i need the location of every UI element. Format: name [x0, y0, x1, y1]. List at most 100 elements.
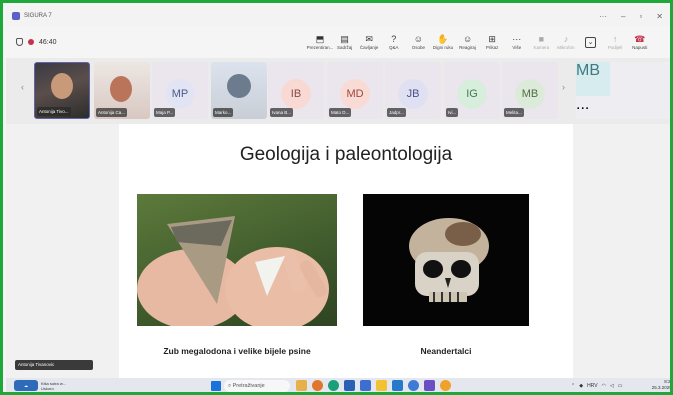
- toolbar-button-q-a[interactable]: ? Q&A: [382, 34, 406, 50]
- participant-name-label: Maja P...: [154, 108, 176, 117]
- participant-video: [110, 76, 132, 102]
- caption-neanderthal: Neandertalci: [420, 346, 472, 356]
- toolbar-button-label: Napusti: [632, 45, 648, 50]
- participant-tile[interactable]: IG Ivi...: [444, 62, 500, 119]
- more-icon: ···: [512, 34, 522, 44]
- taskbar-search[interactable]: ⌕ Pretraživanje: [224, 380, 290, 392]
- participant-name-label: Antonija Ca...: [96, 108, 128, 117]
- toolbar-button-options[interactable]: ⌄: [579, 36, 603, 48]
- toolbar-button-label: Prikaz: [485, 45, 499, 50]
- participant-video: [51, 73, 73, 99]
- toolbar-button-label: Sadržaj: [336, 45, 353, 50]
- right-pane: [573, 124, 670, 378]
- scroll-left-arrow-icon[interactable]: ‹: [21, 82, 24, 92]
- volume-icon[interactable]: ◁: [610, 380, 614, 392]
- toolbar-button-label: Čavljanje: [359, 45, 379, 50]
- toolbar-button-label: Podijeli: [607, 45, 623, 50]
- toolbar-button-label: Prezentiran...: [306, 45, 334, 50]
- toolbar-button-osobe[interactable]: ☺ Osobe: [406, 34, 430, 50]
- toolbar-button-podijeli[interactable]: ↑ Podijeli: [603, 34, 627, 50]
- toolbar-button-više[interactable]: ··· Više: [505, 34, 529, 50]
- megalodon-tooth-photo: [137, 194, 337, 326]
- maximize-icon[interactable]: ▫: [639, 12, 642, 21]
- avatar: IB: [281, 79, 311, 109]
- participant-name-label: Mato D...: [329, 108, 352, 117]
- participant-tile[interactable]: JB Jadpr...: [385, 62, 441, 119]
- avatar-initials: MB: [576, 62, 600, 79]
- store-icon[interactable]: [344, 380, 355, 391]
- weather-widget[interactable]: ☁ Kiša sutra w... Uskoro: [14, 380, 66, 391]
- toolbar-button-label: Mikrofon: [557, 45, 575, 50]
- content-icon: ▤: [340, 34, 349, 44]
- widgets-icon[interactable]: [296, 380, 307, 391]
- participant-tile[interactable]: Marko...: [211, 62, 267, 119]
- shared-slide: Geologija i paleontologija Zub megalodon…: [119, 124, 573, 378]
- share-icon: ↑: [612, 34, 618, 44]
- windows-taskbar: ☁ Kiša sutra w... Uskoro ⌕ Pretraživanje…: [6, 378, 673, 392]
- share-screen-icon: ⬒: [315, 34, 325, 44]
- scroll-right-arrow-icon[interactable]: ›: [562, 82, 565, 92]
- browser-icon[interactable]: [312, 380, 323, 391]
- clock[interactable]: 8:27 25.3.2025.: [646, 379, 673, 391]
- participant-name-label: Melita...: [504, 108, 524, 117]
- chat-icon: ✉: [365, 34, 373, 44]
- react-icon: ☺: [462, 34, 473, 44]
- toolbar-button-digni-ruku[interactable]: ✋ Digni ruku: [431, 34, 455, 50]
- toolbar-button-mikrofon[interactable]: ♪ Mikrofon: [554, 34, 578, 50]
- participant-tile[interactable]: MD Mato D...: [327, 62, 383, 119]
- participant-name-label: Antonija Tivo...: [37, 107, 71, 116]
- participant-tile[interactable]: MP Maja P...: [152, 62, 208, 119]
- toolbar-button-napusti[interactable]: ☎ Napusti: [628, 34, 652, 50]
- battery-icon[interactable]: ▭: [618, 380, 623, 392]
- toolbar-button-čavljanje[interactable]: ✉ Čavljanje: [357, 34, 381, 50]
- toolbar-button-sadržaj[interactable]: ▤ Sadržaj: [333, 34, 357, 50]
- avatar: MP: [165, 79, 195, 109]
- toolbar-button-prezentiran-[interactable]: ⬒ Prezentiran...: [306, 34, 334, 50]
- wifi-icon[interactable]: ◠: [602, 380, 606, 392]
- view-icon: ⊞: [488, 34, 496, 44]
- chrome-icon[interactable]: [440, 380, 451, 391]
- raise-hand-icon: ✋: [437, 34, 449, 44]
- windows-start-icon[interactable]: [211, 381, 221, 391]
- weather-icon: ☁: [14, 380, 38, 391]
- mail-icon[interactable]: [392, 380, 403, 391]
- teams-taskbar-icon[interactable]: [424, 380, 435, 391]
- clock-date: 25.3.2025.: [651, 385, 673, 390]
- participant-tile[interactable]: MB Melita...: [502, 62, 558, 119]
- toolbar-button-label: Digni ruku: [432, 45, 454, 50]
- meeting-toolbar: 46:40 ⬒ Prezentiran... ▤ Sadržaj ✉ Čavljanje?…: [6, 26, 670, 58]
- close-icon[interactable]: ✕: [656, 12, 663, 21]
- toolbar-button-label: Kamera: [533, 45, 550, 50]
- participant-tile-large[interactable]: MB ...: [576, 62, 670, 119]
- participant-tile[interactable]: IB Ivana B...: [268, 62, 324, 119]
- camera-icon: ■: [538, 34, 545, 44]
- toolbar-button-label: Osobe: [411, 45, 425, 50]
- app-icon[interactable]: [408, 380, 419, 391]
- app-icon[interactable]: [360, 380, 371, 391]
- participant-name-label: ...: [576, 96, 590, 113]
- more-options-icon[interactable]: ···: [599, 12, 607, 21]
- toolbar-button-reagiraj[interactable]: ☺ Reagiraj: [456, 34, 480, 50]
- toolbar-button-label: Više: [512, 45, 522, 50]
- participant-tile[interactable]: Antonija Ca...: [94, 62, 150, 119]
- tray-app-icon[interactable]: ◆: [579, 380, 583, 392]
- avatar-initials: IG: [466, 88, 478, 100]
- participant-name-label: Ivana B...: [270, 108, 294, 117]
- file-explorer-icon[interactable]: [376, 380, 387, 391]
- recording-dot-icon: [28, 39, 34, 45]
- chevron-up-icon[interactable]: ⌃: [571, 380, 575, 392]
- avatar: MB: [515, 79, 545, 109]
- avatar-initials: MB: [521, 88, 539, 100]
- language-indicator[interactable]: HRV: [587, 380, 597, 392]
- toolbar-button-prikaz[interactable]: ⊞ Prikaz: [480, 34, 504, 50]
- people-icon: ☺: [413, 34, 423, 44]
- slide-title: Geologija i paleontologija: [239, 144, 453, 165]
- participant-name-label: Jadpr...: [387, 108, 406, 117]
- toolbar-button-kamera[interactable]: ■ Kamera: [529, 34, 553, 50]
- avatar: MD: [340, 79, 370, 109]
- search-placeholder: Pretraživanje: [232, 383, 265, 389]
- edge-icon[interactable]: [328, 380, 339, 391]
- toolbar-actions: ⬒ Prezentiran... ▤ Sadržaj ✉ Čavljanje? Q&A ☺ Os…: [306, 26, 652, 58]
- participant-tile[interactable]: Antonija Tivo...: [34, 62, 90, 119]
- minimize-icon[interactable]: –: [621, 12, 625, 21]
